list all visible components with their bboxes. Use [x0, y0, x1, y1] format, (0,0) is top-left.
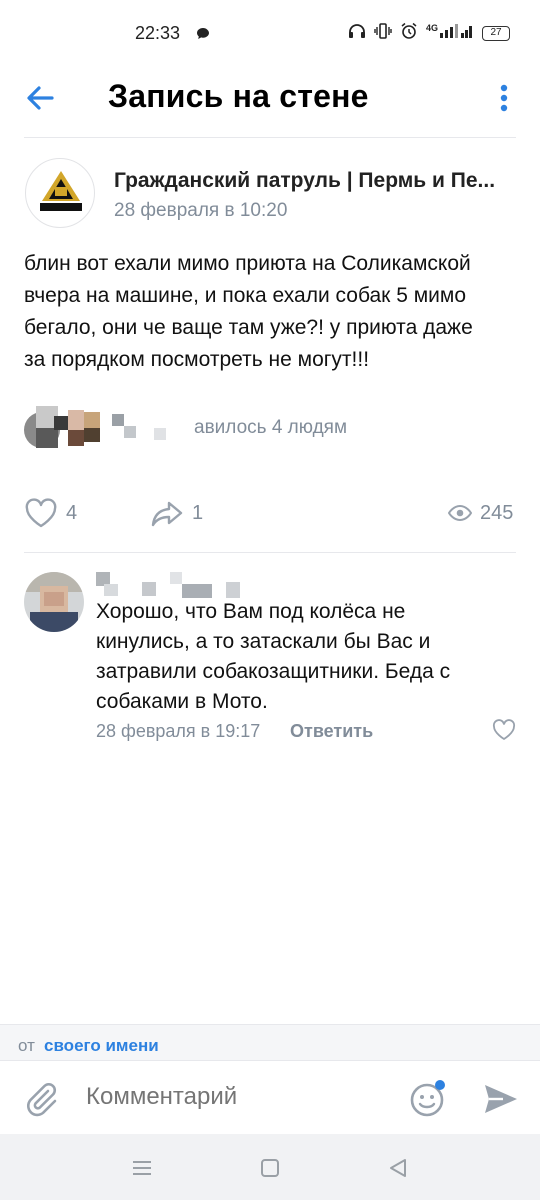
smile-icon [410, 1080, 445, 1117]
system-navigation-bar [0, 1134, 540, 1200]
send-icon [485, 1085, 517, 1113]
divider [24, 552, 516, 553]
share-button[interactable]: 1 [150, 495, 203, 531]
triangle-back-icon [390, 1159, 406, 1177]
comment-text-line: затравили собакозащитники. Беда с [96, 660, 451, 683]
status-bar: 22:33 4G 27 [0, 0, 540, 66]
recents-button[interactable] [130, 1156, 154, 1180]
menu-icon [133, 1161, 151, 1175]
post-text-line: бегало, они че ваще там уже?! у приюта д… [24, 316, 473, 339]
post-text-line: вчера на машине, и пока ехали собак 5 ми… [24, 284, 466, 307]
comment-text-line: собаками в Мото. [96, 690, 268, 713]
views-count: 245 [480, 501, 514, 524]
views-counter: 245 [448, 495, 513, 531]
top-app-bar: Запись на стене [0, 66, 540, 136]
more-options-button[interactable] [486, 78, 522, 118]
network-type: 4G [425, 22, 438, 33]
status-icons: 4G 27 [348, 22, 510, 45]
comment-date: 28 февраля в 19:17 [96, 721, 261, 741]
more-vertical-icon [500, 84, 508, 112]
from-identity-link[interactable]: своего имени [44, 1036, 159, 1056]
commenter-name-redacted[interactable] [96, 570, 256, 600]
eye-icon [448, 504, 472, 522]
commenter-avatar[interactable] [24, 572, 84, 632]
post-text-line: за порядком посмотреть не могут!!! [24, 348, 370, 371]
emoji-button[interactable] [408, 1077, 450, 1119]
comment-author-selector[interactable]: от своего имени [0, 1024, 540, 1060]
comment-text-line: Хорошо, что Вам под колёса не [96, 600, 406, 623]
paperclip-icon [27, 1083, 57, 1117]
send-button[interactable] [480, 1079, 520, 1119]
attach-button[interactable] [22, 1079, 60, 1117]
headphones-icon [348, 23, 366, 44]
post-text-line: блин вот ехали мимо приюта на Соликамско… [24, 252, 471, 275]
home-button[interactable] [258, 1156, 282, 1180]
community-avatar[interactable] [25, 158, 95, 228]
patrol-logo [40, 171, 82, 211]
comment-input[interactable] [86, 1083, 386, 1111]
reply-button[interactable]: Ответить [290, 721, 373, 742]
square-icon [261, 1159, 279, 1177]
heart-icon [492, 719, 516, 740]
likes-count: 4 [66, 501, 78, 524]
vibrate-icon [374, 23, 392, 44]
share-icon [151, 501, 183, 527]
comment-like-button[interactable] [492, 719, 516, 743]
heart-icon [25, 498, 57, 528]
signal-icon [440, 23, 474, 44]
comment-text: Хорошо, что Вам под колёса не кинулись, … [96, 597, 516, 717]
shares-count: 1 [192, 501, 204, 524]
divider [24, 137, 516, 138]
arrow-left-icon [27, 86, 54, 110]
message-icon [196, 27, 210, 45]
post-text: блин вот ехали мимо приюта на Соликамско… [24, 248, 524, 376]
likes-summary-text: авилось 4 людям [194, 417, 348, 438]
comment-text-line: кинулись, а то затаскали бы Вас и [96, 630, 431, 653]
alarm-icon [400, 22, 418, 45]
back-button[interactable] [22, 78, 62, 118]
liker-avatars [24, 406, 166, 450]
post-author[interactable]: Гражданский патруль | Пермь и Пе... [114, 169, 514, 193]
post-date: 28 февраля в 10:20 [114, 200, 288, 221]
status-time: 22:33 [135, 23, 181, 43]
like-button[interactable]: 4 [24, 495, 77, 531]
page-title: Запись на стене [108, 78, 369, 114]
from-prefix: от [18, 1036, 35, 1055]
battery-icon: 27 [482, 26, 510, 41]
comment-composer [0, 1060, 540, 1134]
system-back-button[interactable] [386, 1156, 410, 1180]
